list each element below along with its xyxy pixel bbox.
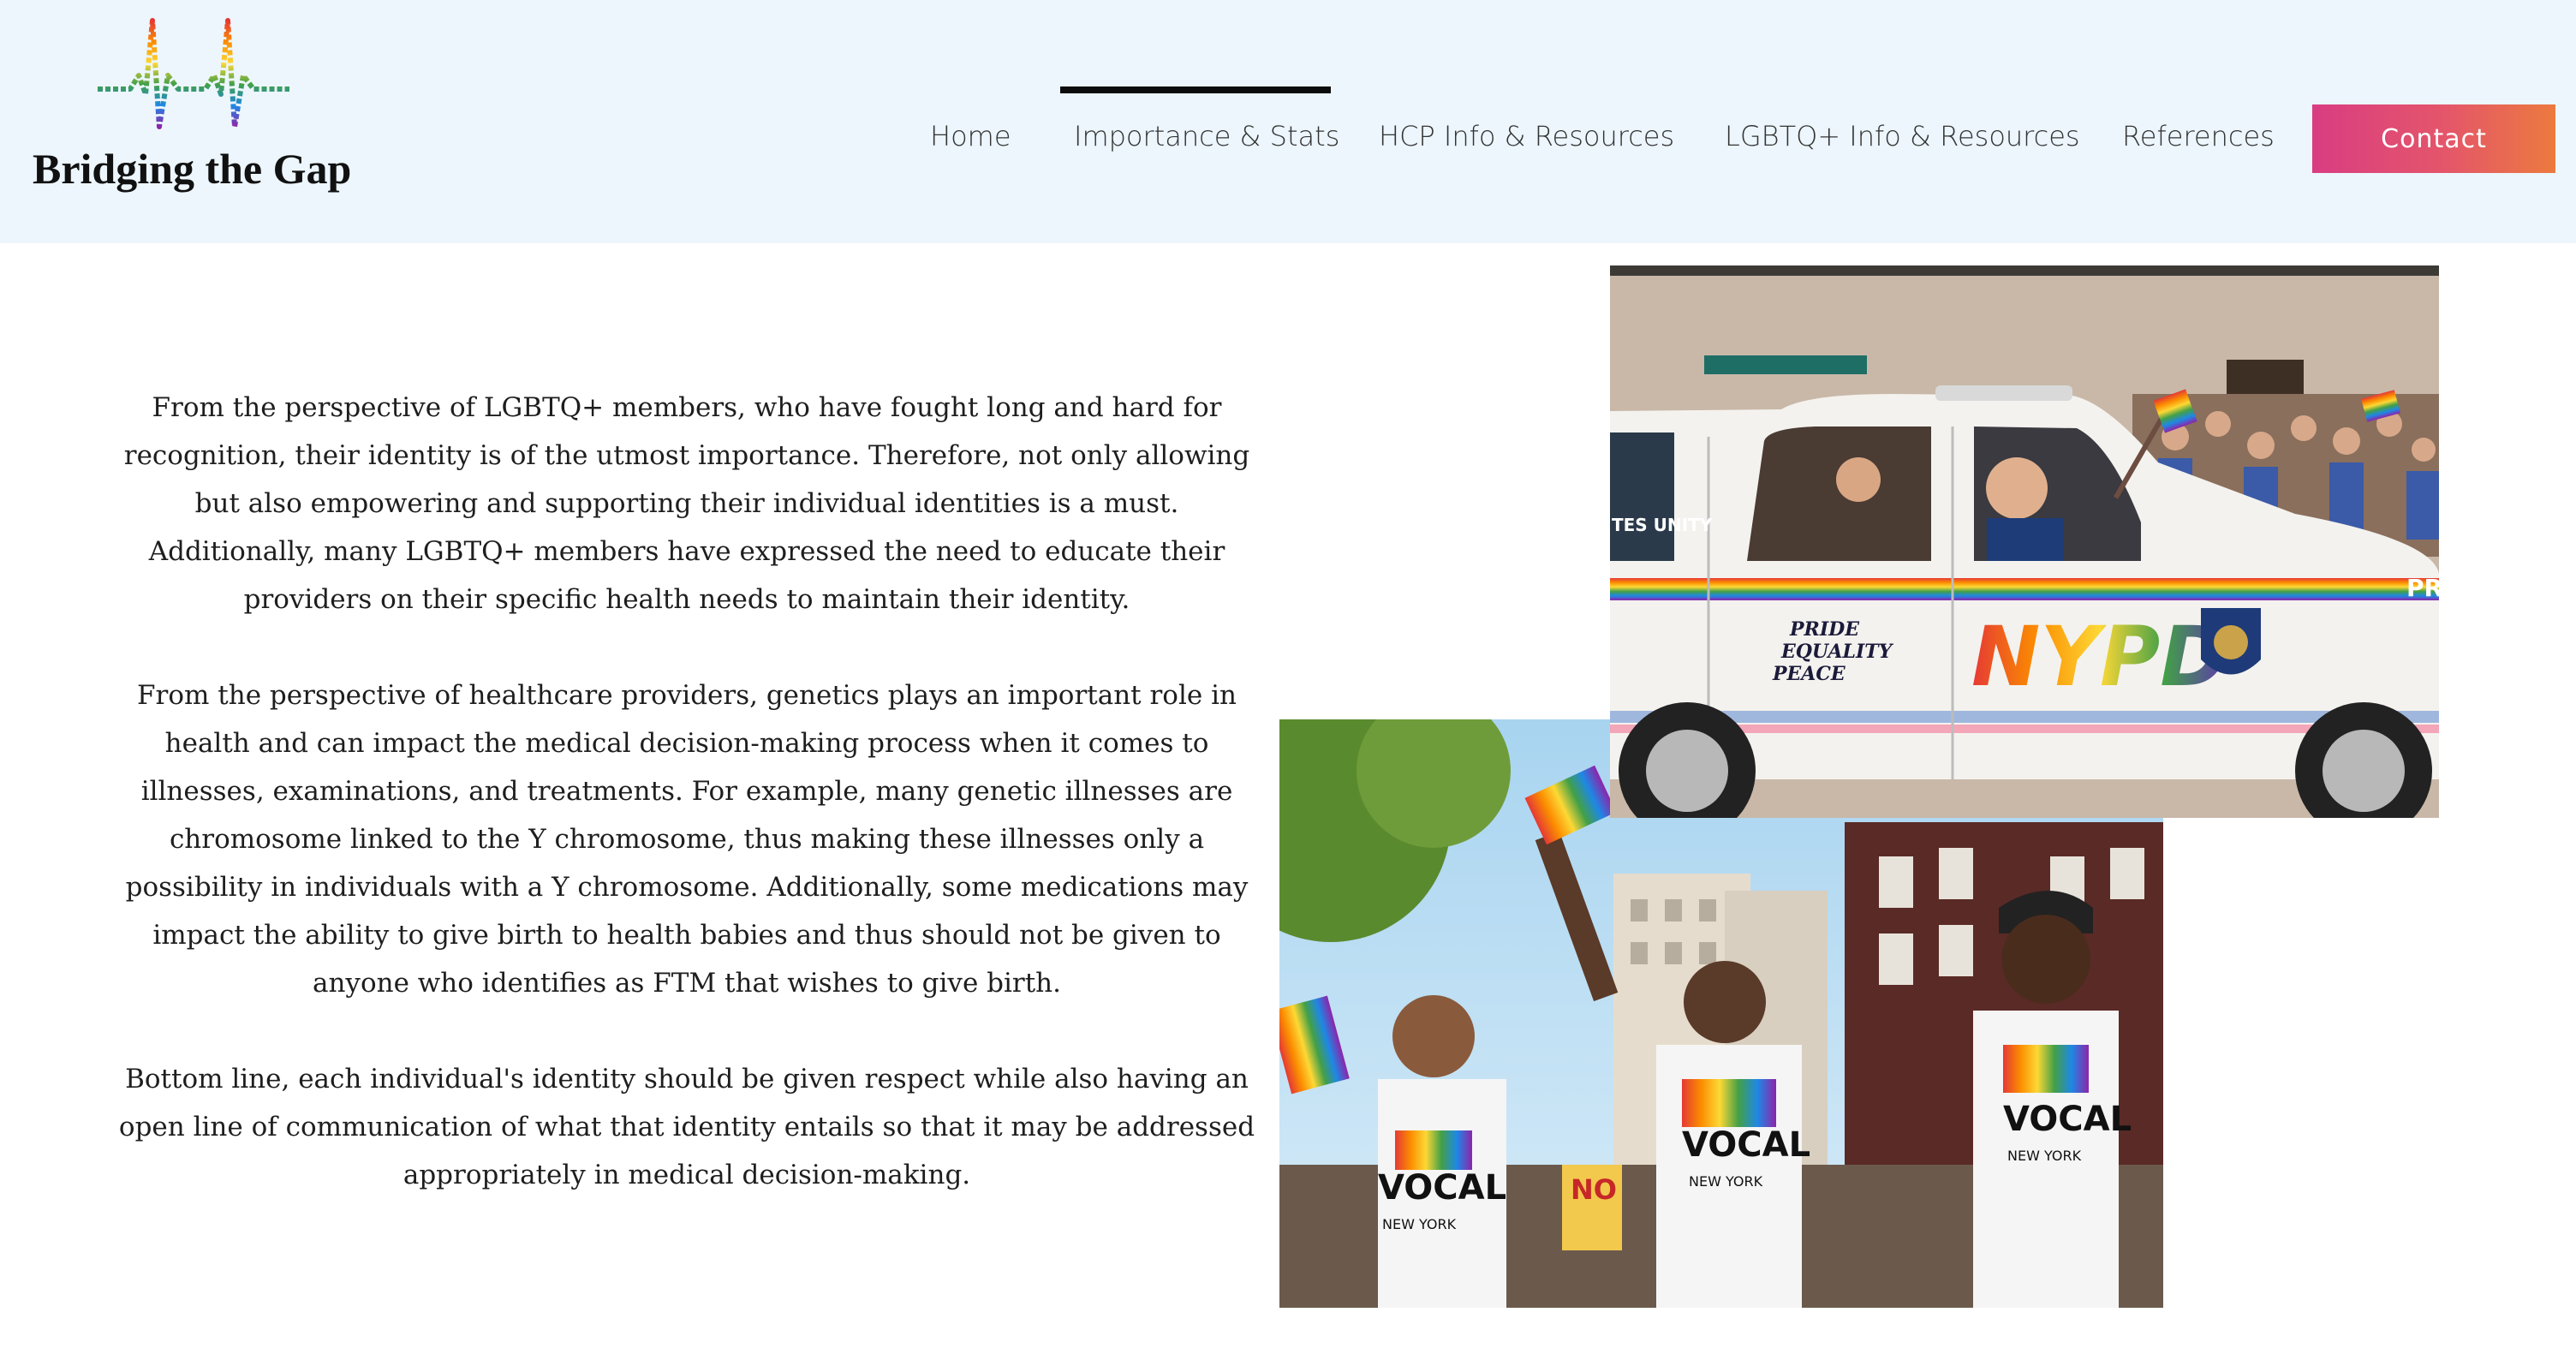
decal-equality: EQUALITY — [1780, 641, 1894, 663]
brand-title[interactable]: Bridging the Gap — [33, 144, 351, 194]
decal-pride: PRIDE — [1789, 618, 1860, 641]
shirt-text-center: VOCAL — [1682, 1125, 1810, 1165]
nav-item-importance-stats[interactable]: Importance & Stats — [1074, 120, 1339, 152]
paragraph-provider-perspective: From the perspective of healthcare provi… — [125, 680, 1249, 999]
nypd-pride-car-image: NYPD PRIDE EQUALITY PEACE TES UNITY PRI — [1610, 265, 2439, 818]
contact-button[interactable]: Contact — [2312, 104, 2555, 173]
main-content: From the perspective of LGBTQ+ members, … — [113, 384, 1261, 1247]
nav-active-indicator — [1060, 86, 1331, 93]
paragraph-lgbtq-perspective: From the perspective of LGBTQ+ members, … — [123, 392, 1250, 615]
heartbeat-rainbow-icon[interactable] — [96, 15, 293, 134]
car-rear-text: PRI — [2406, 574, 2439, 602]
shirt-text-left: VOCAL — [1378, 1168, 1506, 1208]
car-side-text: TES UNITY — [1612, 515, 1713, 535]
nav-item-hcp-info[interactable]: HCP Info & Resources — [1379, 120, 1674, 152]
parade-sign-text: NO — [1571, 1173, 1617, 1206]
site-header: Bridging the Gap Home Importance & Stats… — [0, 0, 2576, 243]
shirt-text-right: VOCAL — [2003, 1100, 2132, 1139]
nypd-pride-car-photo: NYPD PRIDE EQUALITY PEACE TES UNITY PRI — [1610, 265, 2439, 818]
shirt-subtext-center: NEW YORK — [1689, 1173, 1763, 1190]
nav-item-references[interactable]: References — [2122, 120, 2275, 152]
nav-item-lgbtq-info[interactable]: LGBTQ+ Info & Resources — [1725, 120, 2080, 152]
nav-item-home[interactable]: Home — [930, 120, 1011, 152]
paragraph-bottom-line: Bottom line, each individual's identity … — [118, 1064, 1255, 1190]
decal-peace: PEACE — [1772, 663, 1846, 685]
shirt-subtext-right: NEW YORK — [2007, 1148, 2082, 1164]
shirt-subtext-left: NEW YORK — [1382, 1216, 1457, 1232]
nypd-car-text: NYPD — [1971, 609, 2228, 705]
